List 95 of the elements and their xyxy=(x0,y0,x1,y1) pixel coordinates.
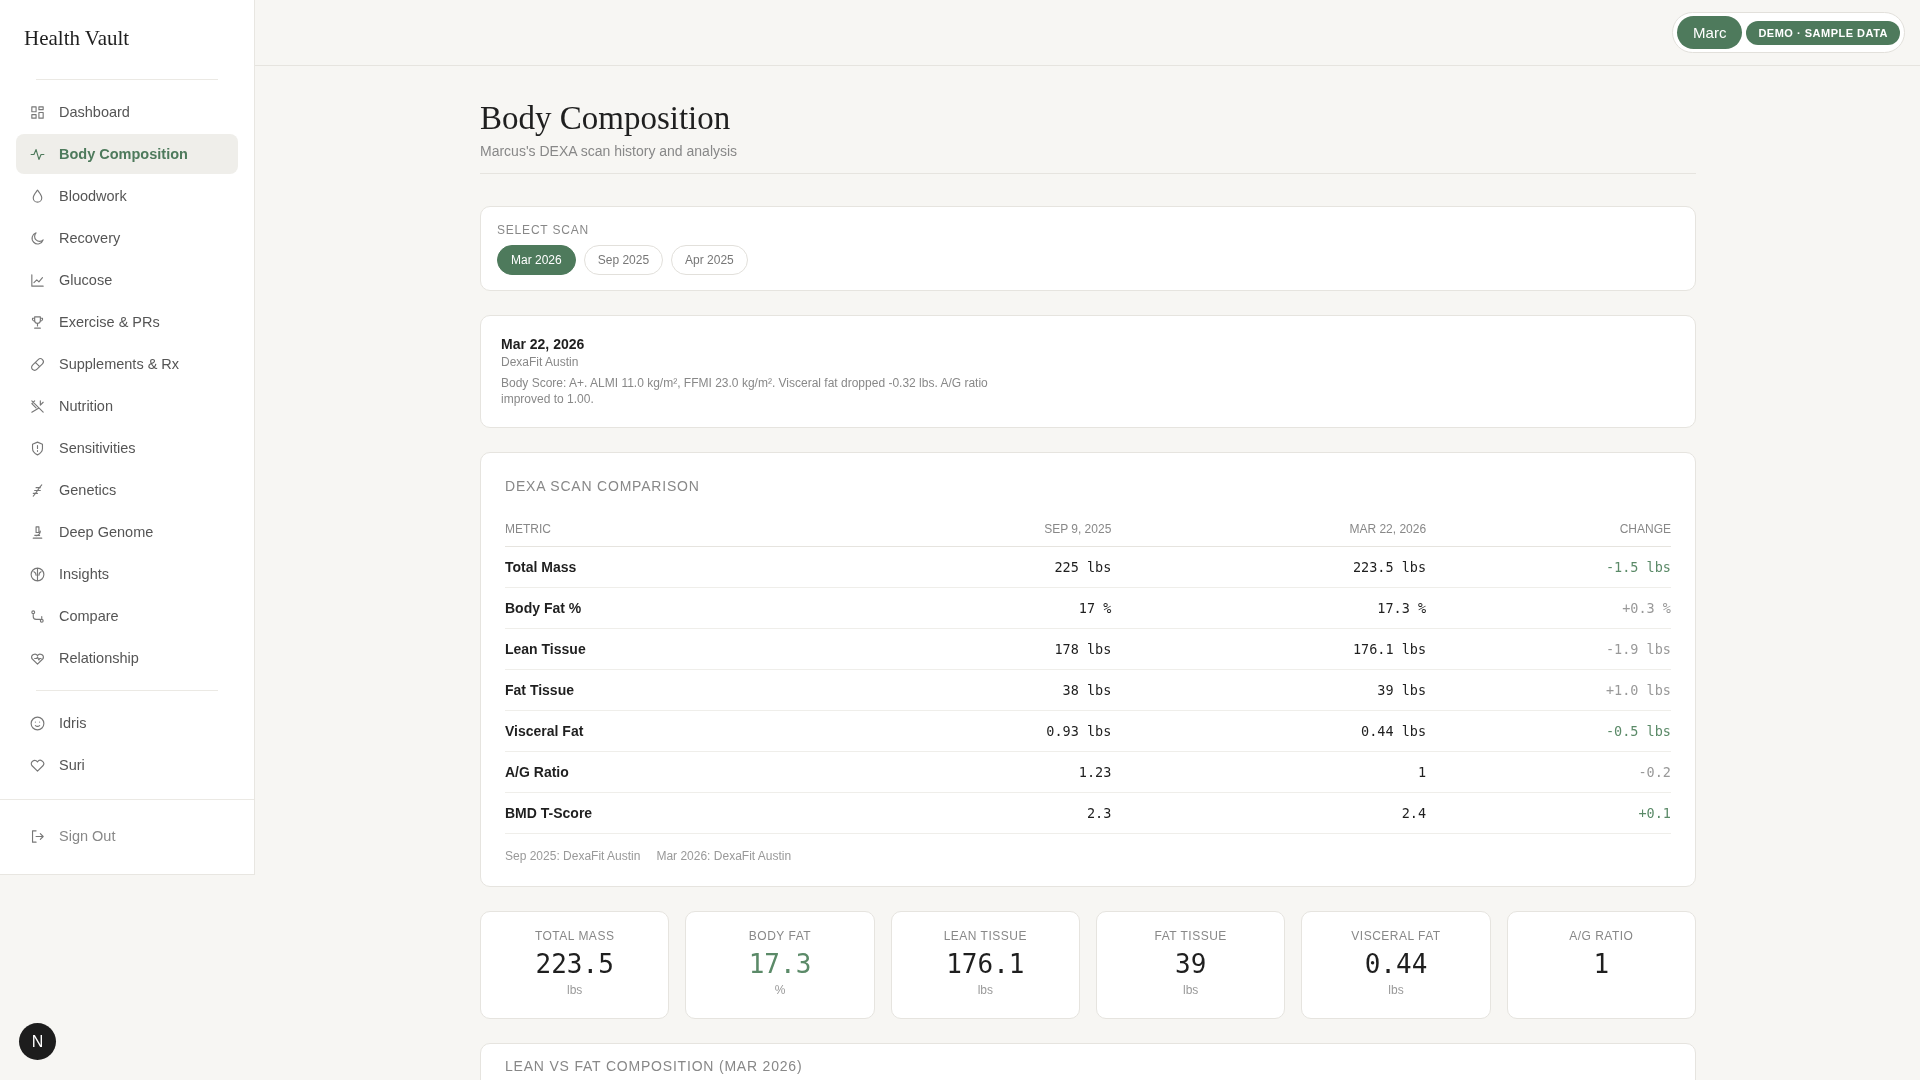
table-cell: 2.3 xyxy=(1086,805,1112,822)
column-header: MAR 22, 2026 xyxy=(1349,522,1427,537)
nav-item[interactable]: Dashboard xyxy=(16,92,238,132)
change-cell: -1.5 lbs xyxy=(1605,559,1671,576)
table-cell: Total Mass xyxy=(505,559,577,576)
table-cell: 1.23 xyxy=(1078,764,1112,781)
stat-unit: lbs xyxy=(567,983,583,998)
profile-item[interactable]: Suri xyxy=(16,745,238,785)
stat-value: 17.3 xyxy=(748,949,812,980)
source-note: Mar 2026: DexaFit Austin xyxy=(656,849,792,864)
stat-label: VISCERAL FAT xyxy=(1351,929,1441,944)
change-cell: -0.2 xyxy=(1638,764,1671,781)
nav-item[interactable]: Relationship xyxy=(16,638,238,678)
stat-label: BODY FAT xyxy=(748,929,812,944)
table-cell: 176.1 lbs xyxy=(1352,641,1427,658)
scan-pill[interactable]: Sep 2025 xyxy=(583,245,664,275)
page-subtitle: Marcus's DEXA scan history and analysis xyxy=(480,143,739,159)
nav-icon xyxy=(29,439,46,457)
sign-out-icon xyxy=(29,827,46,845)
stat-label: LEAN TISSUE xyxy=(943,929,1027,944)
nav-item[interactable]: Sensitivities xyxy=(16,428,238,468)
stat-value: 1 xyxy=(1593,949,1610,980)
change-cell: +0.1 xyxy=(1638,805,1671,822)
table-cell: Lean Tissue xyxy=(505,641,586,658)
table-cell: 0.44 lbs xyxy=(1361,723,1427,740)
column-header: SEP 9, 2025 xyxy=(1044,522,1112,537)
stat-unit: lbs xyxy=(1388,983,1404,998)
column-header: CHANGE xyxy=(1619,522,1671,537)
table-cell: 223.5 lbs xyxy=(1352,559,1427,576)
section-label: SELECT SCAN xyxy=(497,223,590,237)
scan-summary: Body Score: A+. ALMI 11.0 kg/m², FFMI 23.0 kg/m². Visceral fat dropped -0.32 lbs. A/G ratio improved to 1.00. xyxy=(501,375,989,408)
nav-icon xyxy=(29,355,46,373)
table-cell: 225 lbs xyxy=(1054,559,1112,576)
change-cell: +0.3 % xyxy=(1622,600,1671,617)
app-logo: Health Vault xyxy=(24,26,130,51)
table-cell: 0.93 lbs xyxy=(1046,723,1112,740)
nav-item[interactable]: Insights xyxy=(16,554,238,594)
stat-value: 0.44 xyxy=(1364,949,1428,980)
change-cell: +1.0 lbs xyxy=(1605,682,1671,699)
change-cell: -1.9 lbs xyxy=(1605,641,1671,658)
nav-icon xyxy=(29,397,46,415)
table-cell: 17 % xyxy=(1078,600,1112,617)
table-cell: BMD T-Score xyxy=(505,805,593,822)
table-cell: 2.4 xyxy=(1401,805,1427,822)
sign-out-link[interactable]: Sign Out xyxy=(16,816,238,856)
table-cell: Visceral Fat xyxy=(505,723,584,740)
user-button[interactable]: Marc xyxy=(1677,16,1743,49)
stat-unit: lbs xyxy=(1183,983,1199,998)
scan-location: DexaFit Austin xyxy=(501,355,580,369)
table-cell: A/G Ratio xyxy=(505,764,569,781)
change-cell: -0.5 lbs xyxy=(1605,723,1671,740)
nav-item[interactable]: Nutrition xyxy=(16,386,238,426)
table-cell: 178 lbs xyxy=(1054,641,1112,658)
scan-pill[interactable]: Apr 2025 xyxy=(671,245,748,275)
table-cell: 38 lbs xyxy=(1062,682,1112,699)
nav-item[interactable]: Compare xyxy=(16,596,238,636)
stat-label: FAT TISSUE xyxy=(1154,929,1227,944)
column-header: METRIC xyxy=(505,522,551,537)
dev-badge[interactable]: N xyxy=(19,1023,56,1060)
demo-badge: DEMO · SAMPLE DATA xyxy=(1746,20,1900,45)
table-cell: Body Fat % xyxy=(505,600,582,617)
nav-icon xyxy=(29,565,46,583)
nav-icon xyxy=(29,313,46,331)
nav-item[interactable]: Exercise & PRs xyxy=(16,302,238,342)
face-icon xyxy=(29,714,46,732)
nav-icon xyxy=(29,607,46,625)
nav-item[interactable]: Deep Genome xyxy=(16,512,238,552)
nav-item[interactable]: Genetics xyxy=(16,470,238,510)
nav-item[interactable]: Supplements & Rx xyxy=(16,344,238,384)
nav-item[interactable]: Body Composition xyxy=(16,134,238,174)
nav-item[interactable]: Glucose xyxy=(16,260,238,300)
user-menu[interactable]: Marc DEMO · SAMPLE DATA xyxy=(1672,12,1905,53)
table-cell: 17.3 % xyxy=(1377,600,1427,617)
table-cell: Fat Tissue xyxy=(505,682,574,699)
page-title: Body Composition xyxy=(480,100,732,137)
scan-pill[interactable]: Mar 2026 xyxy=(497,245,576,275)
stat-value: 39 xyxy=(1175,949,1207,980)
source-note: Sep 2025: DexaFit Austin xyxy=(505,849,641,864)
card-title: LEAN VS FAT COMPOSITION (MAR 2026) xyxy=(505,1058,804,1075)
stat-label: TOTAL MASS xyxy=(534,929,615,944)
card-title: DEXA SCAN COMPARISON xyxy=(505,478,701,495)
stat-value: 176.1 xyxy=(946,949,1025,980)
nav-item[interactable]: Bloodwork xyxy=(16,176,238,216)
stat-value: 223.5 xyxy=(535,949,614,980)
stat-unit: % xyxy=(774,983,786,998)
table-cell: 1 xyxy=(1418,764,1427,781)
nav-item[interactable]: Recovery xyxy=(16,218,238,258)
nav-icon xyxy=(29,229,46,247)
stat-label: A/G RATIO xyxy=(1569,929,1634,944)
table-cell: 39 lbs xyxy=(1377,682,1427,699)
profile-item[interactable]: Idris xyxy=(16,703,238,743)
scan-date: Mar 22, 2026 xyxy=(501,336,586,352)
nav-icon xyxy=(29,271,46,289)
nav-icon xyxy=(29,103,46,121)
stat-unit: lbs xyxy=(977,983,993,998)
